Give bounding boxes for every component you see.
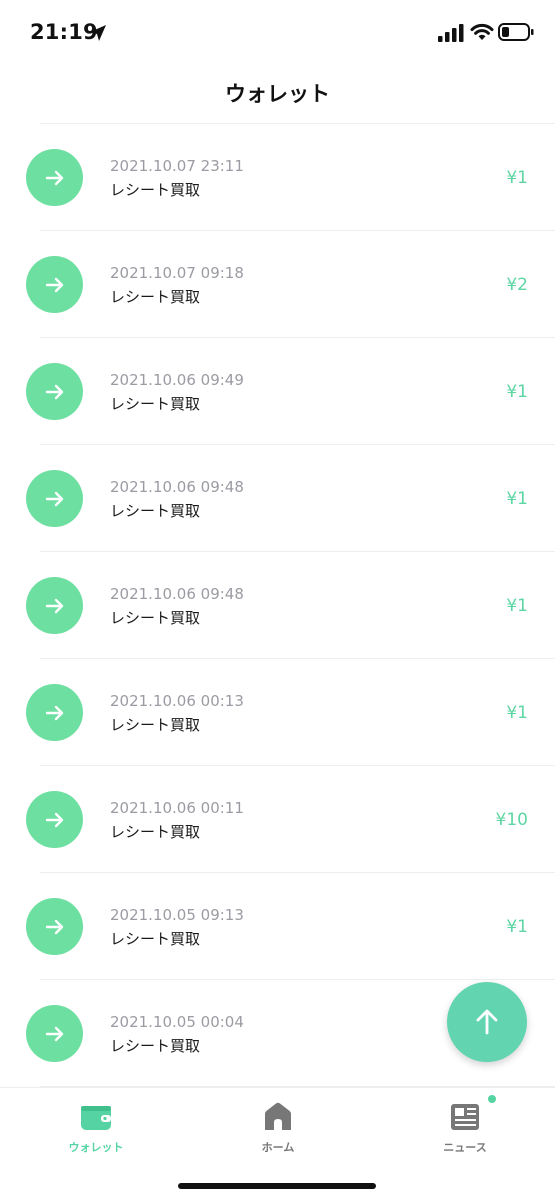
arrow-right-icon	[26, 363, 83, 420]
list-item[interactable]: 2021.10.07 23:11 レシート買取 ¥1	[0, 124, 555, 231]
arrow-up-icon	[476, 1009, 498, 1035]
transaction-date: 2021.10.06 00:11	[110, 799, 244, 817]
arrow-right-icon	[26, 1005, 83, 1062]
scroll-to-top-button[interactable]	[447, 982, 527, 1062]
wallet-icon	[81, 1106, 111, 1130]
list-item[interactable]: 2021.10.07 09:18 レシート買取 ¥2	[0, 231, 555, 338]
transaction-date: 2021.10.06 09:48	[110, 585, 244, 603]
transaction-date: 2021.10.05 00:04	[110, 1013, 244, 1031]
tab-wallet[interactable]: ウォレット	[36, 1100, 156, 1155]
page-title: ウォレット	[225, 82, 330, 106]
arrow-right-icon	[26, 470, 83, 527]
transaction-label: レシート買取	[110, 823, 201, 841]
arrow-right-icon	[26, 684, 83, 741]
transaction-amount: ¥1	[506, 489, 528, 509]
list-item[interactable]: 2021.10.05 09:13 レシート買取 ¥1	[0, 873, 555, 980]
arrow-right-icon	[26, 577, 83, 634]
transaction-label: レシート買取	[110, 609, 201, 627]
transaction-date: 2021.10.06 00:13	[110, 692, 244, 710]
transaction-label: レシート買取	[110, 930, 201, 948]
transaction-amount: ¥1	[506, 703, 528, 723]
list-item[interactable]: 2021.10.06 00:11 レシート買取 ¥10	[0, 766, 555, 873]
news-icon	[451, 1104, 479, 1130]
list-item[interactable]: 2021.10.06 09:49 レシート買取 ¥1	[0, 338, 555, 445]
transaction-amount: ¥2	[506, 275, 528, 295]
transaction-date: 2021.10.05 09:13	[110, 906, 244, 924]
transaction-date: 2021.10.07 09:18	[110, 264, 244, 282]
transaction-list[interactable]: 2021.10.07 23:11 レシート買取 ¥1 2021.10.07 09…	[0, 124, 555, 1087]
list-item[interactable]: 2021.10.06 09:48 レシート買取 ¥1	[0, 552, 555, 659]
transaction-amount: ¥1	[506, 168, 528, 188]
tab-home[interactable]: ホーム	[218, 1100, 338, 1155]
status-time: 21:19	[30, 20, 98, 44]
tab-label: ニュース	[443, 1141, 487, 1154]
arrow-right-icon	[26, 898, 83, 955]
arrow-right-icon	[26, 149, 83, 206]
tab-label: ホーム	[261, 1141, 295, 1154]
arrow-right-icon	[26, 791, 83, 848]
tab-label: ウォレット	[68, 1141, 124, 1154]
transaction-label: レシート買取	[110, 288, 201, 306]
transaction-amount: ¥1	[506, 596, 528, 616]
battery-icon	[498, 23, 534, 41]
arrow-right-icon	[26, 256, 83, 313]
transaction-label: レシート買取	[110, 502, 201, 520]
transaction-date: 2021.10.06 09:49	[110, 371, 244, 389]
transaction-amount: ¥10	[495, 810, 528, 830]
tab-news[interactable]: ニュース	[405, 1100, 525, 1155]
transaction-date: 2021.10.06 09:48	[110, 478, 244, 496]
list-item[interactable]: 2021.10.06 09:48 レシート買取 ¥1	[0, 445, 555, 552]
transaction-date: 2021.10.07 23:11	[110, 157, 244, 175]
home-icon	[265, 1102, 291, 1130]
cellular-signal-icon	[438, 24, 464, 42]
transaction-amount: ¥1	[506, 382, 528, 402]
news-notification-badge	[488, 1095, 496, 1103]
transaction-label: レシート買取	[110, 181, 201, 199]
transaction-label: レシート買取	[110, 395, 201, 413]
location-arrow-icon	[90, 25, 106, 41]
transaction-label: レシート買取	[110, 716, 201, 734]
status-bar: 21:19	[0, 0, 555, 66]
wifi-icon	[470, 23, 494, 40]
list-item[interactable]: 2021.10.06 00:13 レシート買取 ¥1	[0, 659, 555, 766]
transaction-label: レシート買取	[110, 1037, 201, 1055]
transaction-amount: ¥1	[506, 917, 528, 937]
home-indicator	[178, 1183, 376, 1189]
